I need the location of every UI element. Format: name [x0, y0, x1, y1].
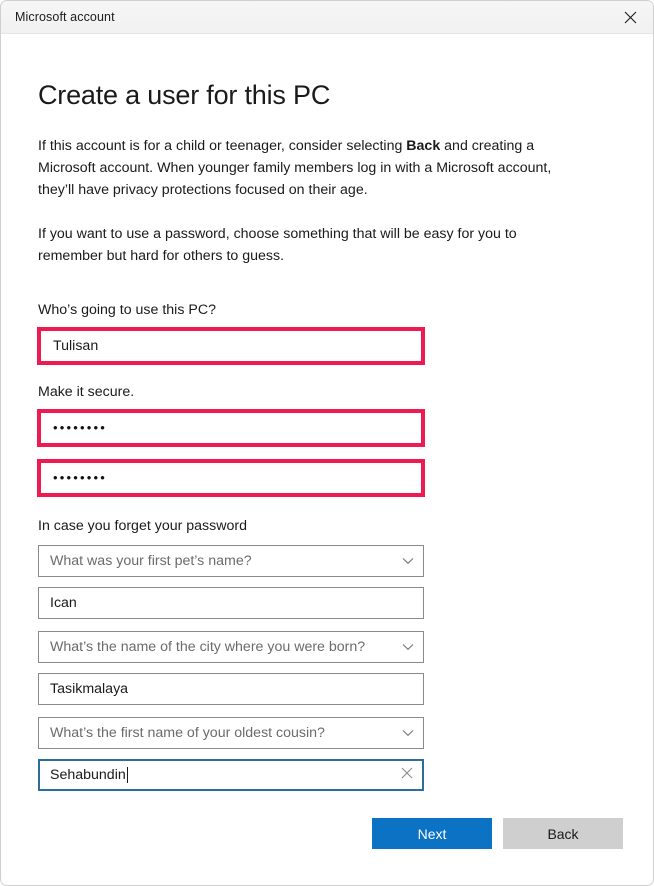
intro-paragraph-1-before: If this account is for a child or teenag… — [38, 138, 407, 154]
action-buttons: Next Back — [372, 818, 623, 849]
security-question-1-value: What was your first pet’s name? — [50, 553, 252, 569]
username-field-highlight: Tulisan — [37, 327, 425, 365]
back-button[interactable]: Back — [503, 818, 623, 849]
chevron-down-icon — [393, 557, 423, 565]
security-answer-2-input[interactable]: Tasikmalaya — [38, 673, 424, 705]
security-question-2-dropdown[interactable]: What’s the name of the city where you we… — [38, 631, 424, 663]
security-answer-3-value: Sehabundin — [50, 767, 126, 783]
title-bar: Microsoft account — [1, 1, 653, 34]
security-question-2-value: What’s the name of the city where you we… — [50, 639, 366, 655]
password-label: Make it secure. — [38, 384, 135, 400]
security-question-3-value: What’s the first name of your oldest cou… — [50, 725, 325, 741]
security-answer-2-value: Tasikmalaya — [50, 681, 129, 697]
username-input[interactable]: Tulisan — [41, 331, 421, 361]
password-field-highlight: •••••••• — [37, 409, 425, 447]
password-confirm-input-value: •••••••• — [53, 470, 108, 485]
intro-paragraph-1-bold: Back — [406, 138, 441, 154]
security-question-1-dropdown[interactable]: What was your first pet’s name? — [38, 545, 424, 577]
chevron-down-icon — [393, 643, 423, 651]
security-question-3-dropdown[interactable]: What’s the first name of your oldest cou… — [38, 717, 424, 749]
microsoft-account-window: Microsoft account Create a user for this… — [0, 0, 654, 886]
next-button[interactable]: Next — [372, 818, 492, 849]
page-title: Create a user for this PC — [38, 80, 331, 110]
close-icon — [624, 11, 637, 24]
username-input-value: Tulisan — [53, 338, 99, 354]
clear-button[interactable] — [392, 761, 422, 789]
security-questions-label: In case you forget your password — [38, 518, 247, 534]
intro-paragraph-1: If this account is for a child or teenag… — [31, 135, 568, 201]
window-title: Microsoft account — [15, 10, 115, 24]
page-content: Create a user for this PC If this accoun… — [1, 34, 653, 791]
close-button[interactable] — [607, 1, 653, 34]
username-label: Who’s going to use this PC? — [38, 302, 216, 318]
text-caret — [126, 767, 128, 783]
chevron-down-icon — [393, 729, 423, 737]
password-input-value: •••••••• — [53, 420, 108, 435]
password-input[interactable]: •••••••• — [41, 413, 421, 443]
clear-icon — [401, 766, 413, 784]
password-confirm-input[interactable]: •••••••• — [41, 463, 421, 493]
security-answer-1-value: Ican — [50, 595, 77, 611]
security-answer-1-input[interactable]: Ican — [38, 587, 424, 619]
password-confirm-field-highlight: •••••••• — [37, 459, 425, 497]
intro-paragraph-2: If you want to use a password, choose so… — [38, 226, 517, 264]
security-answer-3-input[interactable]: Sehabundin — [38, 759, 424, 791]
